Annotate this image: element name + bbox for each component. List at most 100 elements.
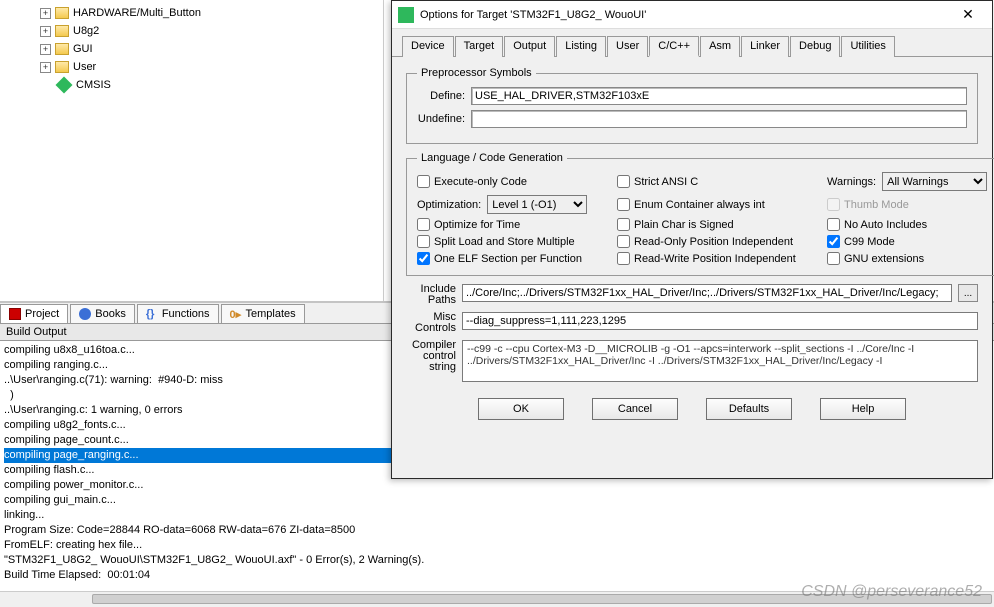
readwrite-pi-checkbox[interactable]: [617, 252, 630, 265]
split-load-check[interactable]: Split Load and Store Multiple: [417, 235, 617, 248]
component-icon: [56, 77, 73, 94]
define-label: Define:: [417, 90, 465, 102]
compiler-control-label: Compiler control string: [406, 340, 456, 373]
gnu-ext-checkbox[interactable]: [827, 252, 840, 265]
expand-icon[interactable]: +: [40, 44, 51, 55]
language-group: Language / Code Generation Execute-only …: [406, 152, 994, 276]
dialog-app-icon: [398, 7, 414, 23]
optimize-time-checkbox[interactable]: [417, 218, 430, 231]
tree-node-gui[interactable]: + GUI: [40, 40, 383, 58]
undefine-input[interactable]: [471, 110, 967, 128]
expand-icon[interactable]: +: [40, 26, 51, 37]
build-output-line[interactable]: Build Time Elapsed: 00:01:04: [4, 568, 990, 583]
undefine-label: Undefine:: [417, 113, 465, 125]
plain-char-checkbox[interactable]: [617, 218, 630, 231]
tab-project[interactable]: Project: [0, 304, 68, 323]
build-output-line[interactable]: "STM32F1_U8G2_ WouoUI\STM32F1_U8G2_ Wouo…: [4, 553, 990, 568]
tab-functions[interactable]: {} Functions: [137, 304, 219, 323]
dialog-tab-user[interactable]: User: [607, 36, 648, 57]
split-load-checkbox[interactable]: [417, 235, 430, 248]
tab-label: Books: [95, 308, 126, 320]
tree-label: CMSIS: [76, 79, 111, 91]
one-elf-check[interactable]: One ELF Section per Function: [417, 252, 617, 265]
templates-icon: 0▸: [230, 308, 242, 320]
strict-ansi-check[interactable]: Strict ANSI C: [617, 175, 827, 188]
ok-button[interactable]: OK: [478, 398, 564, 420]
build-output-line[interactable]: FromELF: creating hex file...: [4, 538, 990, 553]
close-button[interactable]: ✕: [950, 3, 986, 27]
warnings-select[interactable]: All Warnings: [882, 172, 987, 191]
dialog-tab-utilities[interactable]: Utilities: [841, 36, 894, 57]
language-legend: Language / Code Generation: [417, 152, 567, 164]
dialog-tab-output[interactable]: Output: [504, 36, 555, 57]
tab-books[interactable]: Books: [70, 304, 135, 323]
c99-mode-checkbox[interactable]: [827, 235, 840, 248]
paths-section: Include Paths ... Misc Controls Compiler…: [406, 284, 978, 382]
warnings-label: Warnings:: [827, 176, 876, 188]
tab-templates[interactable]: 0▸ Templates: [221, 304, 305, 323]
build-output-line[interactable]: compiling power_monitor.c...: [4, 478, 990, 493]
include-paths-label: Include Paths: [406, 284, 456, 306]
optimize-time-check[interactable]: Optimize for Time: [417, 218, 617, 231]
dialog-titlebar[interactable]: Options for Target 'STM32F1_U8G2_ WouoUI…: [392, 1, 992, 29]
dialog-button-row: OK Cancel Defaults Help: [406, 388, 978, 420]
dialog-title-text: Options for Target 'STM32F1_U8G2_ WouoUI…: [420, 9, 950, 21]
dialog-tab-debug[interactable]: Debug: [790, 36, 840, 57]
build-output-line[interactable]: Program Size: Code=28844 RO-data=6068 RW…: [4, 523, 990, 538]
tree-label: GUI: [73, 43, 93, 55]
expand-icon[interactable]: +: [40, 8, 51, 19]
folder-icon: [55, 25, 69, 37]
execute-only-check[interactable]: Execute-only Code: [417, 175, 617, 188]
c99-mode-check[interactable]: C99 Mode: [827, 235, 987, 248]
tree-node-hardware[interactable]: + HARDWARE/Multi_Button: [40, 4, 383, 22]
execute-only-checkbox[interactable]: [417, 175, 430, 188]
gnu-ext-check[interactable]: GNU extensions: [827, 252, 987, 265]
defaults-button[interactable]: Defaults: [706, 398, 792, 420]
dialog-tabs: DeviceTargetOutputListingUserC/C++AsmLin…: [392, 29, 992, 57]
plain-char-check[interactable]: Plain Char is Signed: [617, 218, 827, 231]
horizontal-scrollbar[interactable]: [0, 591, 994, 607]
help-button[interactable]: Help: [820, 398, 906, 420]
dialog-tab-cc[interactable]: C/C++: [649, 36, 699, 57]
tab-label: Project: [25, 308, 59, 320]
thumb-mode-checkbox: [827, 198, 840, 211]
tree-label: User: [73, 61, 96, 73]
optimization-label: Optimization:: [417, 199, 481, 211]
compiler-control-display: --c99 -c --cpu Cortex-M3 -D__MICROLIB -g…: [462, 340, 978, 382]
functions-icon: {}: [146, 308, 158, 320]
define-input[interactable]: [471, 87, 967, 105]
expand-icon[interactable]: +: [40, 62, 51, 73]
include-paths-input[interactable]: [462, 284, 952, 302]
dialog-tab-listing[interactable]: Listing: [556, 36, 606, 57]
tree-node-u8g2[interactable]: + U8g2: [40, 22, 383, 40]
tree-node-cmsis[interactable]: CMSIS: [40, 76, 383, 94]
tree-node-user[interactable]: + User: [40, 58, 383, 76]
dialog-tab-device[interactable]: Device: [402, 36, 454, 57]
tree-label: U8g2: [73, 25, 99, 37]
enum-container-checkbox[interactable]: [617, 198, 630, 211]
dialog-tab-linker[interactable]: Linker: [741, 36, 789, 57]
no-auto-includes-check[interactable]: No Auto Includes: [827, 218, 987, 231]
books-icon: [79, 308, 91, 320]
readonly-pi-check[interactable]: Read-Only Position Independent: [617, 235, 827, 248]
readwrite-pi-check[interactable]: Read-Write Position Independent: [617, 252, 827, 265]
optimization-select[interactable]: Level 1 (-O1): [487, 195, 587, 214]
include-browse-button[interactable]: ...: [958, 284, 978, 302]
project-tree: + HARDWARE/Multi_Button + U8g2 + GUI + U…: [0, 0, 384, 301]
folder-icon: [55, 7, 69, 19]
misc-controls-input[interactable]: [462, 312, 978, 330]
cancel-button[interactable]: Cancel: [592, 398, 678, 420]
one-elf-checkbox[interactable]: [417, 252, 430, 265]
enum-container-check[interactable]: Enum Container always int: [617, 198, 827, 211]
strict-ansi-checkbox[interactable]: [617, 175, 630, 188]
no-auto-includes-checkbox[interactable]: [827, 218, 840, 231]
folder-icon: [55, 43, 69, 55]
tab-label: Functions: [162, 308, 210, 320]
dialog-tab-target[interactable]: Target: [455, 36, 504, 57]
build-output-line[interactable]: compiling gui_main.c...: [4, 493, 990, 508]
preprocessor-legend: Preprocessor Symbols: [417, 67, 536, 79]
build-output-line[interactable]: linking...: [4, 508, 990, 523]
scrollbar-thumb[interactable]: [92, 594, 992, 604]
readonly-pi-checkbox[interactable]: [617, 235, 630, 248]
dialog-tab-asm[interactable]: Asm: [700, 36, 740, 57]
